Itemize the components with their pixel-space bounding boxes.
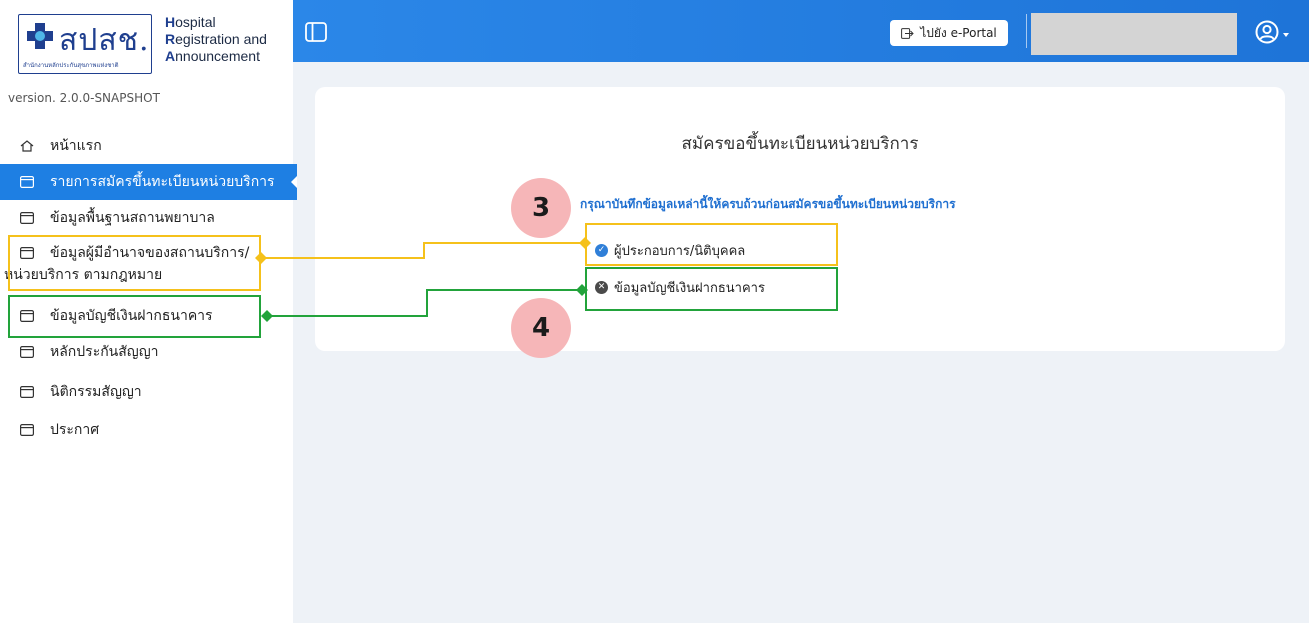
- annotation-connectors: [255, 237, 591, 322]
- step-badge-3: 3: [511, 178, 571, 238]
- step-badge-4: 4: [511, 298, 571, 358]
